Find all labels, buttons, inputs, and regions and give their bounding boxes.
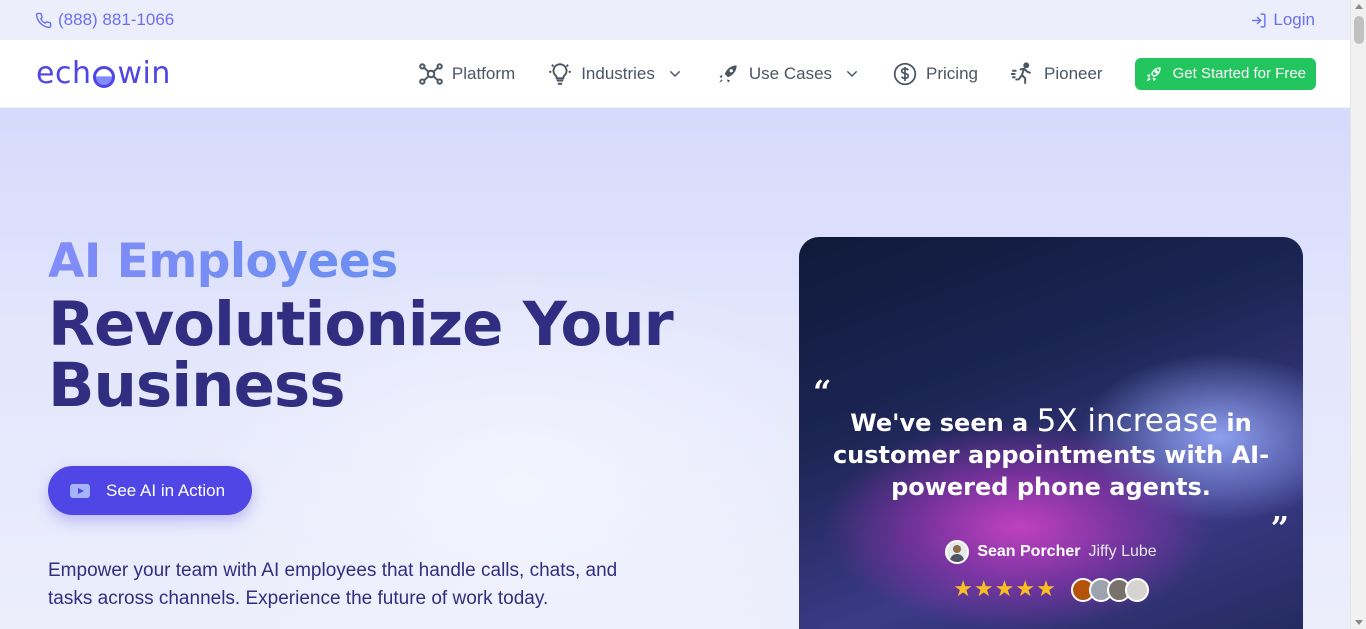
nav-item-label: Use Cases — [748, 63, 833, 83]
avatar — [945, 540, 970, 564]
hero-subtext: Empower your team with AI employees that… — [48, 560, 618, 609]
avatar — [1124, 577, 1149, 602]
see-ai-in-action-button[interactable]: See AI in Action — [48, 466, 252, 515]
nav-item-use-cases[interactable]: Use Cases — [715, 61, 860, 87]
star-rating: ★★★★★ — [953, 577, 1057, 602]
author-name: Sean Porcher — [977, 543, 1081, 560]
hero-headline: Revolutionize Your Business — [48, 289, 674, 421]
phone-icon — [35, 12, 52, 28]
author-company: Jiffy Lube — [1088, 543, 1157, 560]
login-link[interactable]: Login — [1250, 10, 1315, 30]
quote-pre: We've seen a — [850, 409, 1037, 437]
customer-avatars — [1070, 577, 1149, 602]
lightbulb-icon — [549, 62, 572, 85]
nav-item-platform[interactable]: Platform — [418, 61, 515, 87]
chevron-down-icon — [669, 70, 681, 77]
nav-item-label: Industries — [581, 63, 655, 83]
rocket-icon — [719, 64, 737, 83]
network-icon — [419, 62, 443, 85]
scroll-down-icon[interactable] — [1355, 620, 1363, 625]
testimonial-quote: We've seen a 5X increase in customer app… — [829, 405, 1273, 503]
headline-line-2: Business — [48, 350, 346, 421]
runner-icon — [1011, 61, 1031, 84]
see-ai-in-action-label: See AI in Action — [106, 480, 226, 500]
nav-item-industries[interactable]: Industries — [547, 61, 683, 87]
login-label: Login — [1273, 10, 1315, 29]
phone-number: (888) 881-1066 — [58, 10, 175, 29]
testimonial-card: “ We've seen a 5X increase in customer a… — [799, 237, 1303, 629]
headline-line-1: Revolutionize Your — [48, 289, 674, 360]
nav-item-label: Pricing — [926, 63, 978, 83]
testimonial-author: Sean Porcher Jiffy Lube — [799, 540, 1303, 564]
get-started-label: Get Started for Free — [1172, 65, 1306, 82]
nav-menu: Platform Industries Use Cases Pricing Pi… — [386, 57, 1316, 90]
login-icon — [1252, 12, 1266, 28]
logo-mark — [93, 65, 116, 88]
video-play-icon — [70, 483, 90, 498]
nav-item-label: Pioneer — [1044, 63, 1103, 83]
scrollbar-thumb[interactable] — [1354, 16, 1364, 44]
main-nav: ech win Platform Industries Use Cases Pri… — [0, 40, 1350, 108]
logo-text-prefix: ech — [36, 56, 92, 91]
get-started-button[interactable]: Get Started for Free — [1134, 57, 1316, 90]
hero-section: AI Employees Revolutionize Your Business… — [0, 108, 1350, 629]
hero-eyebrow: AI Employees — [48, 234, 398, 289]
rating-row: ★★★★★ — [799, 577, 1303, 602]
nav-item-pricing[interactable]: Pricing — [892, 61, 978, 87]
scroll-up-icon[interactable] — [1355, 4, 1363, 9]
chevron-down-icon — [846, 70, 858, 77]
logo-text-suffix: win — [117, 56, 171, 91]
top-bar: (888) 881-1066 Login — [0, 0, 1350, 40]
nav-item-label: Platform — [451, 63, 516, 83]
quote-highlight: 5X increase — [1036, 403, 1219, 439]
phone-link[interactable]: (888) 881-1066 — [35, 10, 174, 30]
page-scrollbar[interactable] — [1350, 0, 1366, 629]
logo[interactable]: ech win — [36, 56, 171, 91]
nav-item-pioneer[interactable]: Pioneer — [1010, 61, 1103, 87]
rocket-icon — [1146, 66, 1161, 82]
dollar-circle-icon — [893, 62, 917, 85]
